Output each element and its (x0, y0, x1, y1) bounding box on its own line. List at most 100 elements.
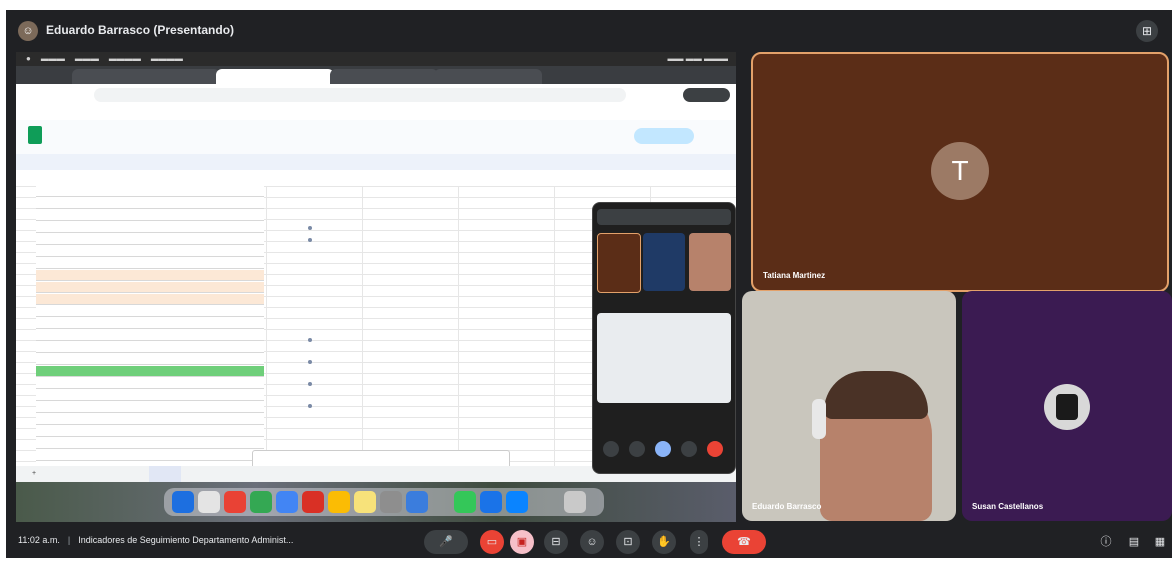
participant-tile-tatiana[interactable]: T Tatiana Martinez (751, 52, 1169, 292)
app-icon[interactable] (480, 491, 502, 513)
bottom-control-bar: 11:02 a.m. | Indicadores de Seguimiento De… (6, 524, 1172, 558)
spreadsheet-column-a (36, 186, 264, 473)
sheet-row[interactable] (36, 330, 264, 341)
info-icon[interactable]: ⓘ (1098, 534, 1114, 550)
layout-icon[interactable]: ⊞ (1136, 20, 1158, 42)
emoji-icon[interactable]: ☺ (580, 530, 604, 554)
overlay-present-icon[interactable] (655, 441, 671, 457)
participant-name: Tatiana Martinez (763, 271, 826, 280)
sheet-row[interactable] (36, 342, 264, 353)
presenter-avatar-icon: ☺ (18, 21, 38, 41)
share-button[interactable] (634, 128, 694, 144)
mac-dock (164, 488, 604, 516)
chat-icon[interactable]: ▤ (1126, 534, 1142, 550)
sheet-row[interactable] (36, 246, 264, 257)
formula-bar[interactable] (16, 170, 736, 187)
add-sheet-icon[interactable]: + (22, 466, 46, 482)
more-icon[interactable]: ⋮ (690, 530, 708, 554)
sheet-row[interactable] (36, 222, 264, 233)
overlay-mic-icon[interactable] (603, 441, 619, 457)
sheets-toolbar (16, 154, 736, 170)
raise-hand-icon[interactable]: ✋ (652, 530, 676, 554)
overlay-header (597, 209, 731, 225)
finder-icon[interactable] (172, 491, 194, 513)
sheet-row[interactable] (36, 390, 264, 401)
sheet-tab-active[interactable] (148, 466, 181, 482)
sheet-tab[interactable] (94, 466, 141, 482)
chrome-icon[interactable] (224, 491, 246, 513)
sheet-row[interactable] (36, 294, 264, 305)
sheet-row[interactable] (36, 210, 264, 221)
sheet-row[interactable] (36, 450, 264, 461)
activities-icon[interactable]: ▦ (1152, 534, 1168, 550)
camera-off-icon[interactable]: ▭ (480, 530, 504, 554)
sheet-row[interactable] (36, 426, 264, 437)
trash-icon[interactable] (564, 491, 586, 513)
notes-icon[interactable] (354, 491, 376, 513)
sheet-row[interactable] (36, 270, 264, 281)
participant-hair (824, 371, 928, 419)
overlay-tile (643, 233, 685, 291)
headset (812, 399, 826, 439)
overlay-end-call-icon[interactable] (707, 441, 723, 457)
sheet-row[interactable] (36, 306, 264, 317)
launchpad-icon[interactable] (198, 491, 220, 513)
url-field[interactable] (94, 88, 626, 102)
messages-icon[interactable] (454, 491, 476, 513)
mac-menubar: ● ▬▬▬ ▬▬▬ ▬▬▬▬ ▬▬▬▬ ▬▬ ▬▬ ▬▬▬ (16, 52, 736, 66)
sheet-row[interactable] (36, 258, 264, 269)
captions-icon[interactable]: ⊟ (544, 530, 568, 554)
browser-tab[interactable] (330, 69, 438, 84)
app-icon[interactable] (406, 491, 428, 513)
sheet-row[interactable] (36, 354, 264, 365)
overlay-tile (597, 233, 641, 293)
avatar (1044, 384, 1090, 430)
meeting-info: 11:02 a.m. | Indicadores de Seguimiento De… (18, 535, 294, 545)
end-call-icon[interactable]: ☎ (722, 530, 766, 554)
sheet-row[interactable] (36, 318, 264, 329)
overlay-more-icon[interactable] (681, 441, 697, 457)
participant-name: Eduardo Barrasco (752, 502, 822, 511)
sheet-tab[interactable] (54, 466, 86, 482)
overlay-camera-icon[interactable] (629, 441, 645, 457)
sheet-row[interactable] (36, 414, 264, 425)
sheet-row[interactable] (36, 186, 264, 197)
present-icon[interactable]: ▣ (510, 530, 534, 554)
cell-value (308, 404, 312, 408)
browser-tab-active[interactable] (216, 69, 334, 84)
browser-tab[interactable] (72, 69, 220, 84)
sheet-row[interactable] (36, 234, 264, 245)
bookmarks-bar (16, 106, 736, 121)
acrobat-icon[interactable] (302, 491, 324, 513)
browser-profile-button[interactable] (682, 88, 730, 102)
app-icon[interactable] (250, 491, 272, 513)
app-icon[interactable] (276, 491, 298, 513)
sheet-row[interactable] (36, 366, 264, 377)
cell-value (308, 238, 312, 242)
participant-tile-eduardo[interactable]: Eduardo Barrasco (742, 291, 956, 521)
sheet-row[interactable] (36, 282, 264, 293)
sheet-row[interactable] (36, 378, 264, 389)
avatar: T (931, 142, 989, 200)
sheet-row[interactable] (36, 402, 264, 413)
overlay-screen-preview (597, 313, 731, 403)
browser-tab[interactable] (434, 69, 542, 84)
meet-window: ☺ Eduardo Barrasco (Presentando) ⊞ ● ▬▬▬ ▬… (6, 10, 1172, 558)
app-icon[interactable] (380, 491, 402, 513)
meet-overlay-window (592, 202, 736, 474)
mic-icon[interactable]: 🎤 (424, 530, 468, 554)
desktop-wallpaper (16, 482, 736, 522)
present-screen-icon[interactable]: ⊡ (616, 530, 640, 554)
address-bar (16, 84, 736, 107)
meeting-time: 11:02 a.m. (18, 535, 60, 545)
participant-tile-susan[interactable]: Susan Castellanos (962, 291, 1172, 521)
sheet-row[interactable] (36, 438, 264, 449)
meeting-title: Indicadores de Seguimiento Departamento … (78, 535, 294, 545)
participant-name: Susan Castellanos (972, 502, 1044, 511)
sheet-row[interactable] (36, 198, 264, 209)
cell-value (308, 382, 312, 386)
cell-value (308, 360, 312, 364)
app-icon[interactable] (506, 491, 528, 513)
photos-icon[interactable] (328, 491, 350, 513)
cell-value (308, 338, 312, 342)
